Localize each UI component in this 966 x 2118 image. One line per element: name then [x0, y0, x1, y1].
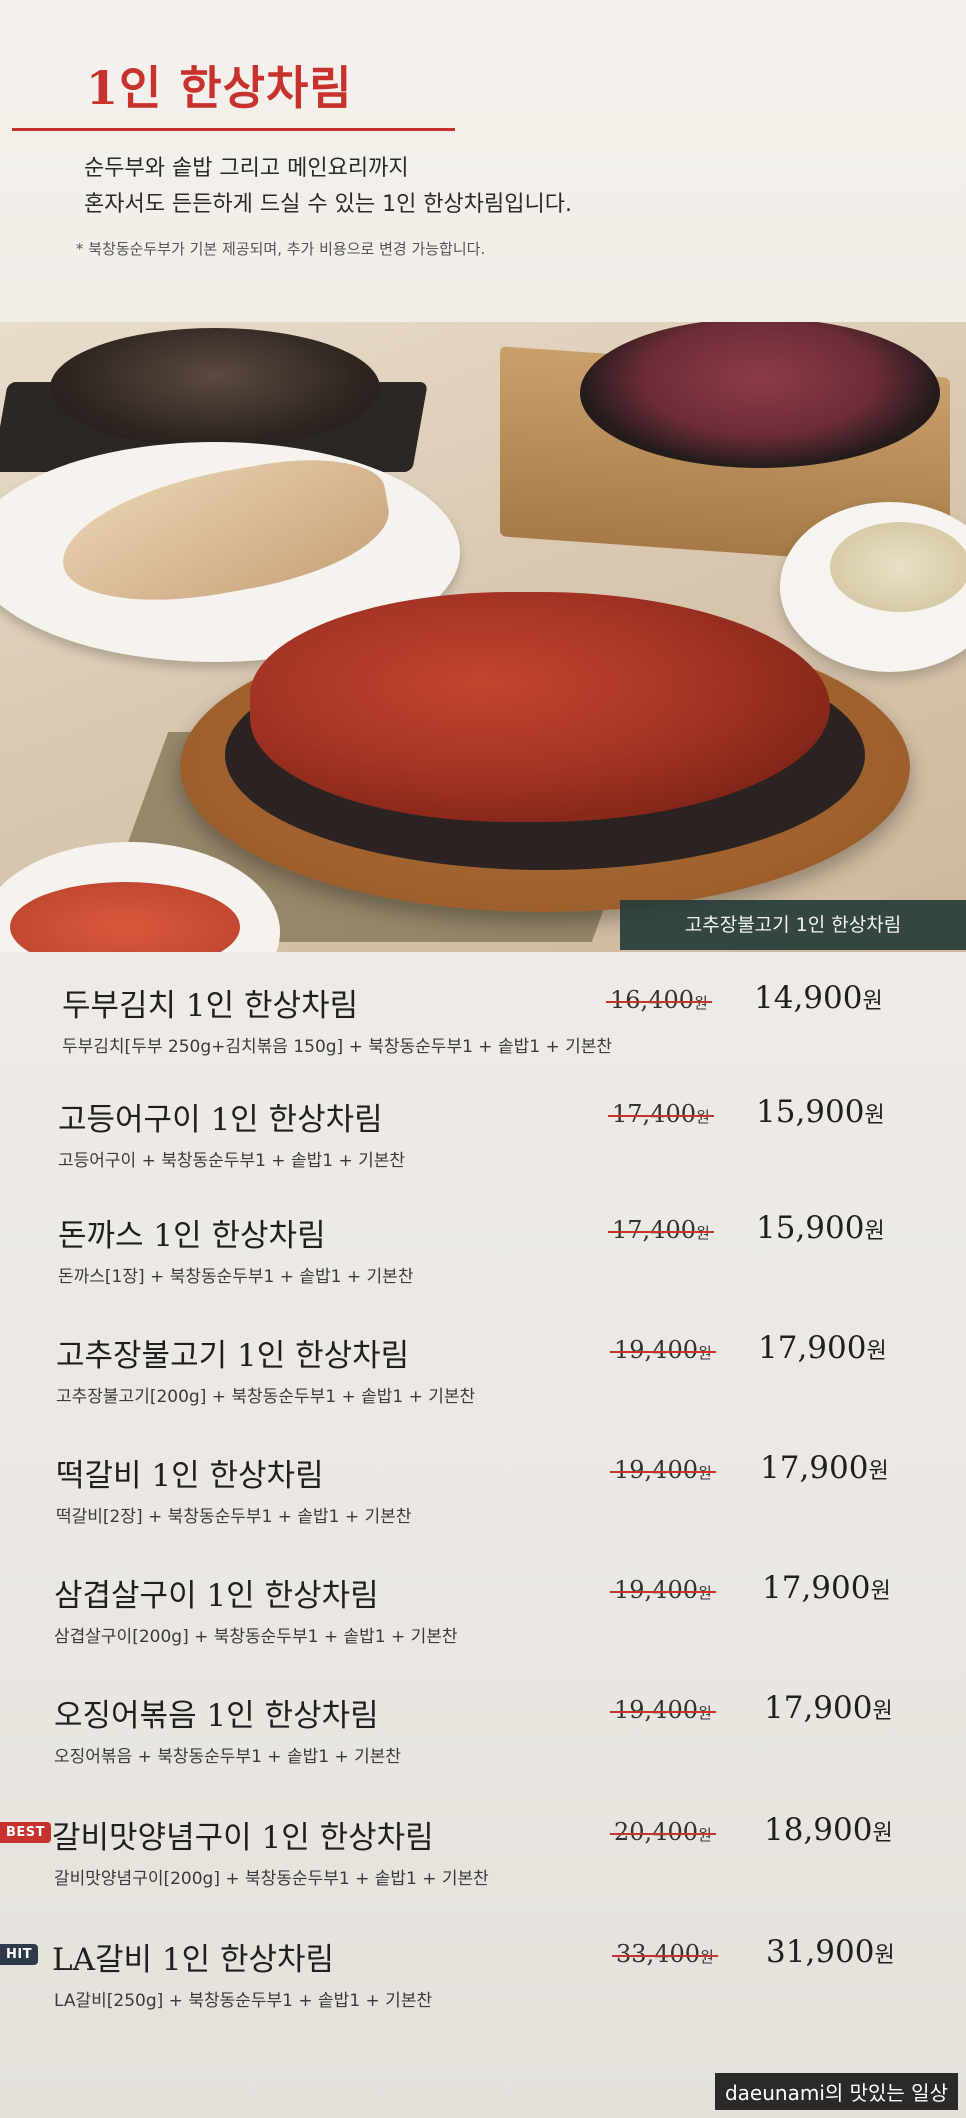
item-desc: LA갈비[250g] + 북창동순두부1 + 솥밥1 + 기본찬 [54, 1991, 433, 2011]
strike-line [610, 1832, 716, 1835]
sundubu-pot [50, 328, 380, 448]
strike-line [610, 1710, 716, 1713]
old-price: 17,400원 [608, 1216, 714, 1244]
strike-line [610, 1350, 716, 1353]
item-desc: 고등어구이 + 북창동순두부1 + 솥밥1 + 기본찬 [58, 1151, 406, 1171]
old-price: 19,400원 [610, 1576, 716, 1604]
new-price: 18,900원 [764, 1812, 893, 1848]
old-price: 20,400원 [610, 1818, 716, 1846]
best-badge: BEST [0, 1822, 52, 1843]
item-name: 갈비맛양념구이 1인 한상차림 [52, 1820, 434, 1856]
item-desc: 돈까스[1장] + 북창동순두부1 + 솥밥1 + 기본찬 [58, 1267, 414, 1287]
new-price: 17,900원 [760, 1450, 889, 1486]
menu-note: * 북창동순두부가 기본 제공되며, 추가 비용으로 변경 가능합니다. [76, 240, 486, 258]
menu-title: 1인 한상차림 [86, 61, 353, 115]
menu-item[interactable]: HIT LA갈비 1인 한상차림 LA갈비[250g] + 북창동순두부1 + … [0, 1934, 966, 2044]
menu-item[interactable]: 오징어볶음 1인 한상차림 오징어볶음 + 북창동순두부1 + 솥밥1 + 기본… [0, 1690, 966, 1800]
new-price: 15,900원 [756, 1210, 885, 1246]
item-name: 두부김치 1인 한상차림 [62, 988, 359, 1024]
strike-line [612, 1954, 718, 1957]
new-price: 17,900원 [758, 1330, 887, 1366]
hit-badge: HIT [0, 1944, 39, 1965]
menu-item[interactable]: 떡갈비 1인 한상차림 떡갈비[2장] + 북창동순두부1 + 솥밥1 + 기본… [0, 1450, 966, 1560]
strike-line [608, 1114, 714, 1117]
menu-item[interactable]: 고등어구이 1인 한상차림 고등어구이 + 북창동순두부1 + 솥밥1 + 기본… [0, 1094, 966, 1204]
old-price: 16,400원 [606, 986, 712, 1014]
item-name: 오징어볶음 1인 한상차림 [54, 1698, 379, 1734]
item-name: 고추장불고기 1인 한상차림 [56, 1338, 410, 1374]
photo-caption: 고추장불고기 1인 한상차림 [620, 900, 966, 950]
item-name: 삼겹살구이 1인 한상차림 [54, 1578, 379, 1614]
rice-pot [580, 322, 940, 468]
old-price: 17,400원 [608, 1100, 714, 1128]
watermark: daeunami의 맛있는 일상 [714, 2073, 958, 2110]
menu-header: 1인 한상차림 순두부와 솥밥 그리고 메인요리까지 혼자서도 든든하게 드실 … [0, 0, 966, 330]
food-photo: 고추장불고기 1인 한상차림 [0, 322, 966, 952]
strike-line [608, 1230, 714, 1233]
menu-item[interactable]: 두부김치 1인 한상차림 두부김치[두부 250g+김치볶음 150g] + 북… [0, 980, 966, 1090]
old-price: 19,400원 [610, 1336, 716, 1364]
item-desc: 삼겹살구이[200g] + 북창동순두부1 + 솥밥1 + 기본찬 [54, 1627, 458, 1647]
new-price: 17,900원 [762, 1570, 891, 1606]
strike-line [606, 1000, 712, 1003]
item-desc: 갈비맛양념구이[200g] + 북창동순두부1 + 솥밥1 + 기본찬 [54, 1869, 489, 1889]
new-price: 14,900원 [754, 980, 883, 1016]
menu-list: 두부김치 1인 한상차림 두부김치[두부 250g+김치볶음 150g] + 북… [0, 952, 966, 2118]
item-name: LA갈비 1인 한상차림 [52, 1942, 335, 1978]
new-price: 15,900원 [756, 1094, 885, 1130]
new-price: 31,900원 [766, 1934, 895, 1970]
intro-line-1: 순두부와 솥밥 그리고 메인요리까지 [84, 156, 409, 181]
menu-page: 1인 한상차림 순두부와 솥밥 그리고 메인요리까지 혼자서도 든든하게 드실 … [0, 0, 966, 2118]
menu-item[interactable]: 삼겹살구이 1인 한상차림 삼겹살구이[200g] + 북창동순두부1 + 솥밥… [0, 1570, 966, 1680]
side-dish [830, 522, 966, 612]
intro-line-2: 혼자서도 든든하게 드실 수 있는 1인 한상차림입니다. [84, 192, 572, 217]
item-name: 떡갈비 1인 한상차림 [56, 1458, 324, 1494]
item-desc: 오징어볶음 + 북창동순두부1 + 솥밥1 + 기본찬 [54, 1747, 402, 1767]
spicy-pork [250, 592, 830, 822]
item-desc: 떡갈비[2장] + 북창동순두부1 + 솥밥1 + 기본찬 [56, 1507, 412, 1527]
item-desc: 두부김치[두부 250g+김치볶음 150g] + 북창동순두부1 + 솥밥1 … [62, 1037, 613, 1057]
strike-line [610, 1590, 716, 1593]
menu-item[interactable]: BEST 갈비맛양념구이 1인 한상차림 갈비맛양념구이[200g] + 북창동… [0, 1812, 966, 1922]
strike-line [610, 1470, 716, 1473]
menu-item[interactable]: 돈까스 1인 한상차림 돈까스[1장] + 북창동순두부1 + 솥밥1 + 기본… [0, 1210, 966, 1320]
old-price: 19,400원 [610, 1696, 716, 1724]
item-desc: 고추장불고기[200g] + 북창동순두부1 + 솥밥1 + 기본찬 [56, 1387, 476, 1407]
item-name: 돈까스 1인 한상차림 [58, 1218, 326, 1254]
old-price: 33,400원 [612, 1940, 718, 1968]
new-price: 17,900원 [764, 1690, 893, 1726]
menu-item[interactable]: 고추장불고기 1인 한상차림 고추장불고기[200g] + 북창동순두부1 + … [0, 1330, 966, 1440]
title-underline [12, 128, 455, 131]
item-name: 고등어구이 1인 한상차림 [58, 1102, 383, 1138]
old-price: 19,400원 [610, 1456, 716, 1484]
